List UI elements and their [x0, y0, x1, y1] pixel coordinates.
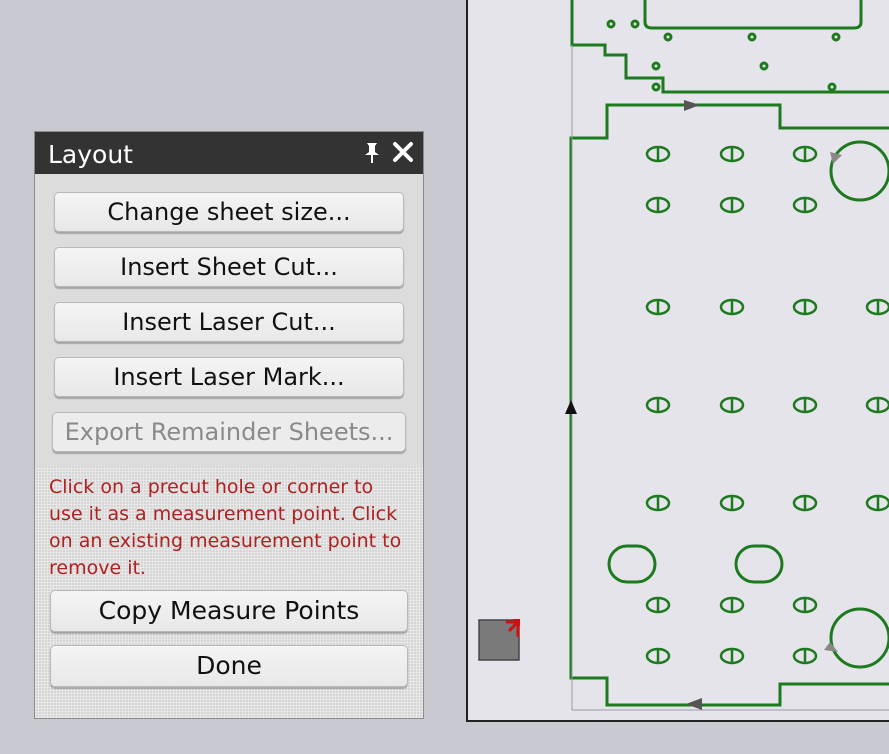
done-button[interactable]: Done [50, 645, 408, 687]
instruction-text: Click on a precut hole or corner to use … [49, 476, 402, 579]
direction-arrow-icon [686, 698, 702, 710]
part-outline-top [570, 0, 889, 94]
export-remainder-sheets-button: Export Remainder Sheets... [52, 412, 406, 452]
part-slot-top [643, 0, 863, 30]
sheet-canvas[interactable] [466, 0, 889, 722]
change-sheet-size-button[interactable]: Change sheet size... [54, 192, 404, 232]
measure-point-icon[interactable] [478, 607, 530, 661]
pin-icon[interactable] [363, 141, 381, 165]
direction-arrow-icon [824, 642, 838, 652]
oval-hole [607, 544, 657, 584]
insert-laser-cut-button[interactable]: Insert Laser Cut... [54, 302, 404, 342]
oval-hole [734, 544, 784, 584]
direction-arrow-icon [565, 400, 577, 414]
direction-arrow-icon [684, 100, 700, 111]
layout-panel: Layout Change sheet size... Insert Sheet… [34, 131, 424, 719]
panel-title: Layout [48, 140, 133, 169]
sheet-drawing[interactable] [468, 0, 889, 722]
large-hole [829, 140, 889, 202]
measure-section: Click on a precut hole or corner to use … [35, 466, 423, 718]
close-icon[interactable] [392, 141, 414, 163]
workspace: Layout Change sheet size... Insert Sheet… [0, 0, 889, 754]
insert-laser-mark-button[interactable]: Insert Laser Mark... [54, 357, 404, 397]
action-buttons: Change sheet size... Insert Sheet Cut...… [35, 174, 423, 466]
panel-header: Layout [35, 132, 423, 174]
large-hole [829, 607, 889, 669]
copy-measure-points-button[interactable]: Copy Measure Points [50, 590, 408, 632]
insert-sheet-cut-button[interactable]: Insert Sheet Cut... [54, 247, 404, 287]
